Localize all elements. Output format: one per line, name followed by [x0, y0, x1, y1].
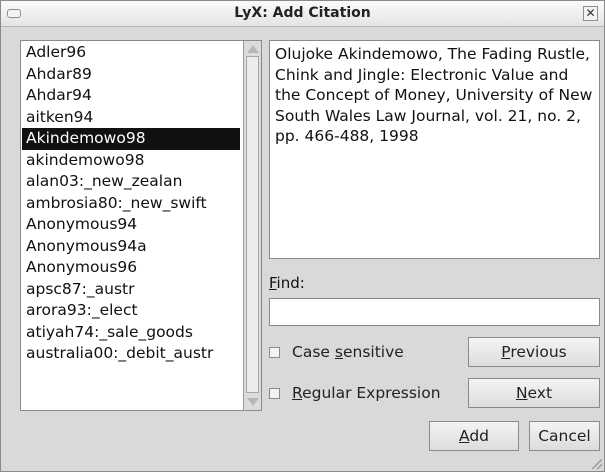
add-button[interactable]: Add — [429, 421, 519, 451]
citation-key-item[interactable]: Anonymous94a — [22, 236, 240, 258]
add-citation-dialog: LyX: Add Citation ✕ Adler96 Ahdar89 Ahdar9… — [0, 0, 605, 472]
list-scrollbar[interactable] — [243, 41, 261, 410]
citation-key-item[interactable]: Ahdar89 — [22, 64, 240, 86]
scroll-down-icon[interactable] — [247, 398, 259, 406]
find-label: Find: — [269, 274, 305, 292]
citation-key-item[interactable]: Akindemowo98 — [22, 128, 240, 150]
cancel-button[interactable]: Cancel — [529, 421, 600, 451]
citation-keys: Adler96 Ahdar89 Ahdar94 aitken94 Akindemowo9… — [22, 42, 240, 365]
citation-key-item[interactable]: Anonymous94 — [22, 214, 240, 236]
citation-key-item[interactable]: arora93:_elect — [22, 300, 240, 322]
citation-key-item[interactable]: ambrosia80:_new_swift — [22, 193, 240, 215]
citation-key-item[interactable]: atiyah74:_sale_goods — [22, 322, 240, 344]
find-input[interactable] — [269, 298, 600, 326]
regex-label: Regular Expression — [292, 384, 441, 402]
citation-key-list[interactable]: Adler96 Ahdar89 Ahdar94 aitken94 Akindemowo9… — [20, 40, 262, 411]
case-sensitive-checkbox[interactable] — [269, 346, 280, 358]
citation-key-item[interactable]: alan03:_new_zealan — [22, 171, 240, 193]
citation-key-item[interactable]: akindemowo98 — [22, 150, 240, 172]
case-sensitive-option[interactable]: Case sensitive — [269, 343, 404, 361]
scroll-thumb[interactable] — [246, 56, 259, 393]
close-icon[interactable]: ✕ — [583, 6, 598, 21]
citation-key-item[interactable]: aitken94 — [22, 107, 240, 129]
case-sensitive-label: Case sensitive — [292, 343, 404, 361]
citation-key-item[interactable]: Ahdar94 — [22, 85, 240, 107]
scroll-up-icon[interactable] — [247, 45, 259, 53]
window-title: LyX: Add Citation — [234, 5, 371, 21]
citation-info: Olujoke Akindemowo, The Fading Rustle, C… — [269, 40, 600, 259]
citation-key-item[interactable]: australia00:_debit_austr — [22, 343, 240, 365]
regex-checkbox[interactable] — [269, 387, 280, 399]
previous-button[interactable]: Previous — [468, 337, 600, 367]
next-button[interactable]: Next — [468, 378, 600, 408]
citation-key-item[interactable]: Anonymous96 — [22, 257, 240, 279]
resize-grip-icon[interactable] — [592, 459, 602, 469]
title-bar[interactable]: LyX: Add Citation ✕ — [1, 1, 604, 27]
citation-key-item[interactable]: apsc87:_austr — [22, 279, 240, 301]
citation-key-item[interactable]: Adler96 — [22, 42, 240, 64]
regex-option[interactable]: Regular Expression — [269, 384, 441, 402]
